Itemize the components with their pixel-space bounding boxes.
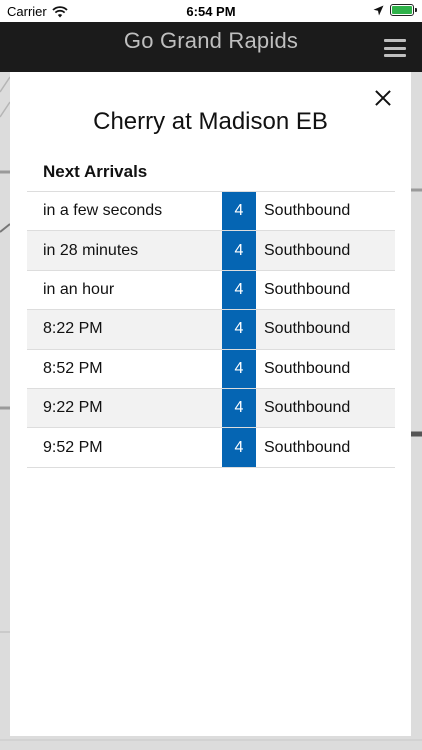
arrival-direction: Southbound	[264, 359, 351, 377]
arrival-direction: Southbound	[264, 399, 351, 417]
arrival-time: 9:52 PM	[43, 438, 103, 456]
status-right	[373, 4, 417, 16]
arrival-time: 9:22 PM	[43, 399, 103, 417]
next-arrivals-heading: Next Arrivals	[43, 162, 148, 181]
arrival-direction: Southbound	[264, 241, 351, 259]
arrival-time: in an hour	[43, 280, 115, 298]
arrival-row: 8:22 PM 4 Southbound	[27, 310, 395, 350]
route-badge: 4	[222, 349, 256, 388]
stop-arrivals-modal: Cherry at Madison EB Next Arrivals in a …	[10, 72, 411, 736]
arrival-row: 9:22 PM 4 Southbound	[27, 388, 395, 429]
hamburger-menu-icon[interactable]	[384, 39, 406, 57]
arrival-direction: Southbound	[264, 438, 351, 456]
route-badge: 4	[222, 231, 256, 270]
arrival-time: 8:52 PM	[43, 359, 103, 377]
close-icon[interactable]	[373, 88, 393, 108]
arrival-time: in 28 minutes	[43, 241, 139, 259]
status-bar: Carrier 6:54 PM	[0, 0, 422, 22]
arrival-row: in a few seconds 4 Southbound	[27, 192, 395, 232]
route-badge: 4	[222, 428, 256, 467]
status-time: 6:54 PM	[186, 4, 236, 19]
arrivals-table: in a few seconds 4 Southbound in 28 minu…	[27, 191, 395, 468]
route-badge: 4	[222, 310, 256, 349]
app-header: Go Grand Rapids	[0, 22, 422, 72]
battery-icon	[390, 4, 417, 16]
app-title: Go Grand Rapids	[123, 28, 299, 53]
arrival-row: in 28 minutes 4 Southbound	[27, 231, 395, 271]
location-arrow-icon	[373, 5, 384, 15]
arrival-direction: Southbound	[264, 320, 351, 338]
arrival-direction: Southbound	[264, 280, 351, 298]
arrival-row: 9:52 PM 4 Southbound	[27, 428, 395, 468]
arrival-time: in a few seconds	[43, 202, 163, 220]
arrival-time: 8:22 PM	[43, 320, 103, 338]
arrival-row: in an hour 4 Southbound	[27, 270, 395, 311]
arrival-row: 8:52 PM 4 Southbound	[27, 349, 395, 389]
route-badge: 4	[222, 192, 256, 231]
arrival-direction: Southbound	[264, 202, 351, 220]
stop-title: Cherry at Madison EB	[93, 108, 328, 135]
route-badge: 4	[222, 270, 256, 310]
route-badge: 4	[222, 388, 256, 428]
